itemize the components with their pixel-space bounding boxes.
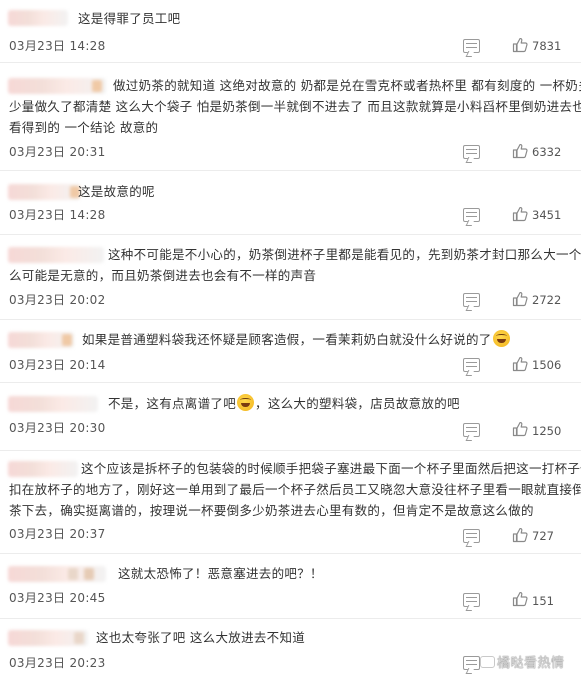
comment-time: 03月23日 20:31 [9, 145, 106, 159]
comment-item: 这种不可能是不小心的，奶茶倒进杯子里都是能看见的，先到奶茶才封口那么大一个怎 么… [0, 241, 581, 319]
comment-reply-icon[interactable] [463, 39, 480, 53]
comment-text: 这就太恐怖了！恶意塞进去的吧？！ [118, 566, 323, 581]
comment-text: 这是得罪了员工吧 [78, 11, 181, 26]
thumbs-up-icon[interactable] [512, 421, 528, 437]
comment-time: 03月23日 20:30 [9, 421, 106, 435]
comment-time: 03月23日 14:28 [9, 39, 106, 53]
comment-reply-icon[interactable] [463, 656, 480, 670]
comment-reply-icon[interactable] [463, 293, 480, 307]
comment-text-line: 看得到的 一个结论 故意的 [9, 120, 159, 135]
watermark: 橘哒看热情 [480, 652, 565, 671]
watermark-logo-icon [480, 656, 495, 668]
divider [0, 234, 581, 235]
comment-reply-icon[interactable] [463, 358, 480, 372]
thumbs-up-icon[interactable] [512, 206, 528, 222]
thumbs-up-icon[interactable] [512, 143, 528, 159]
laughing-emoji-icon [237, 394, 255, 411]
blurred-username [8, 10, 68, 26]
divider [0, 382, 581, 383]
comment-time: 03月23日 20:23 [9, 656, 106, 670]
comment-text: 这是故意的呢 [78, 184, 155, 199]
comment-reply-icon[interactable] [463, 208, 480, 222]
comment-text-line: 这个应该是拆杯子的包装袋的时候顺手把袋子塞进最下面一个杯子里面然后把这一打杯子倒 [81, 461, 581, 476]
comment-item: 这是故意的呢 03月23日 14:28 3451 [0, 178, 581, 234]
divider [0, 62, 581, 63]
comment-item: 不是，这有点离谱了吧 ，这么大的塑料袋，店员故意放的吧 03月23日 20:30 … [0, 390, 581, 450]
blurred-username [8, 566, 106, 582]
comment-time: 03月23日 14:28 [9, 208, 106, 222]
watermark-text: 橘哒看热情 [497, 656, 565, 671]
like-count: 2722 [532, 293, 562, 307]
comment-time: 03月23日 20:14 [9, 358, 106, 372]
blurred-username [8, 184, 80, 200]
comment-text-part: 不是，这有点离谱了吧 [108, 396, 237, 411]
comment-text-line: 做过奶茶的就知道 这绝对故意的 奶都是兑在雪克杯或者热杯里 都有刻度的 一杯奶多 [113, 78, 581, 93]
comment-item: 做过奶茶的就知道 这绝对故意的 奶都是兑在雪克杯或者热杯里 都有刻度的 一杯奶多… [0, 70, 581, 170]
like-count: 1250 [532, 424, 562, 438]
comment-item: 这是得罪了员工吧 03月23日 14:28 7831 [0, 0, 581, 62]
thumbs-up-icon[interactable] [512, 527, 528, 543]
thumbs-up-icon[interactable] [512, 291, 528, 307]
divider [0, 618, 581, 619]
comment-item: 这个应该是拆杯子的包装袋的时候顺手把袋子塞进最下面一个杯子里面然后把这一打杯子倒… [0, 457, 581, 553]
comment-text-part: ，这么大的塑料袋，店员故意放的吧 [255, 396, 460, 411]
blurred-username [8, 630, 88, 646]
comment-text-content: 如果是普通塑料袋我还怀疑是顾客造假，一看茉莉奶白就没什么好说的了 [82, 332, 492, 347]
like-count: 6332 [532, 145, 562, 159]
blurred-username [8, 396, 98, 412]
blurred-username [8, 78, 106, 94]
like-count: 3451 [532, 208, 562, 222]
divider [0, 450, 581, 451]
comment-item: 如果是普通塑料袋我还怀疑是顾客造假，一看茉莉奶白就没什么好说的了 03月23日 … [0, 326, 581, 382]
comment-reply-icon[interactable] [463, 529, 480, 543]
thumbs-up-icon[interactable] [512, 37, 528, 53]
blurred-username [8, 332, 74, 348]
like-count: 151 [532, 594, 554, 608]
comment-text: 不是，这有点离谱了吧 ，这么大的塑料袋，店员故意放的吧 [108, 393, 460, 414]
like-count: 7831 [532, 39, 562, 53]
comment-time: 03月23日 20:02 [9, 293, 106, 307]
comment-text-line: 么可能是无意的，而且奶茶倒进去也会有不一样的声音 [9, 268, 317, 283]
blurred-username [8, 247, 104, 263]
divider [0, 170, 581, 171]
divider [0, 553, 581, 554]
like-count: 727 [532, 529, 554, 543]
comment-text: 如果是普通塑料袋我还怀疑是顾客造假，一看茉莉奶白就没什么好说的了 [82, 329, 511, 350]
divider [0, 319, 581, 320]
comment-reply-icon[interactable] [463, 145, 480, 159]
comment-time: 03月23日 20:45 [9, 591, 106, 605]
comment-text-line: 这种不可能是不小心的，奶茶倒进杯子里都是能看见的，先到奶茶才封口那么大一个怎 [108, 247, 581, 262]
comment-text-line: 少量做久了都清楚 这么大个袋子 怕是奶茶倒一半就倒不进去了 而且这款就算是小料舀… [9, 99, 581, 114]
comment-text-line: 茶下去，确实挺离谱的，按理说一杯要倒多少奶茶进去心里有数的，但肯定不是故意这么做… [9, 503, 534, 518]
comment-reply-icon[interactable] [463, 423, 480, 437]
comment-text: 这也太夸张了吧 这么大放进去不知道 [96, 630, 306, 645]
comment-text-line: 扣在放杯子的地方了，刚好这一单用到了最后一个杯子然后员工又晓忽大意没往杯子里看一… [9, 482, 581, 497]
comment-item: 这就太恐怖了！恶意塞进去的吧？！ 03月23日 20:45 151 [0, 560, 581, 618]
thumbs-up-icon[interactable] [512, 356, 528, 372]
thumbs-up-icon[interactable] [512, 591, 528, 607]
comment-reply-icon[interactable] [463, 593, 480, 607]
laughing-emoji-icon [492, 330, 510, 347]
comment-time: 03月23日 20:37 [9, 527, 106, 541]
blurred-username [8, 461, 78, 477]
like-count: 1506 [532, 358, 562, 372]
